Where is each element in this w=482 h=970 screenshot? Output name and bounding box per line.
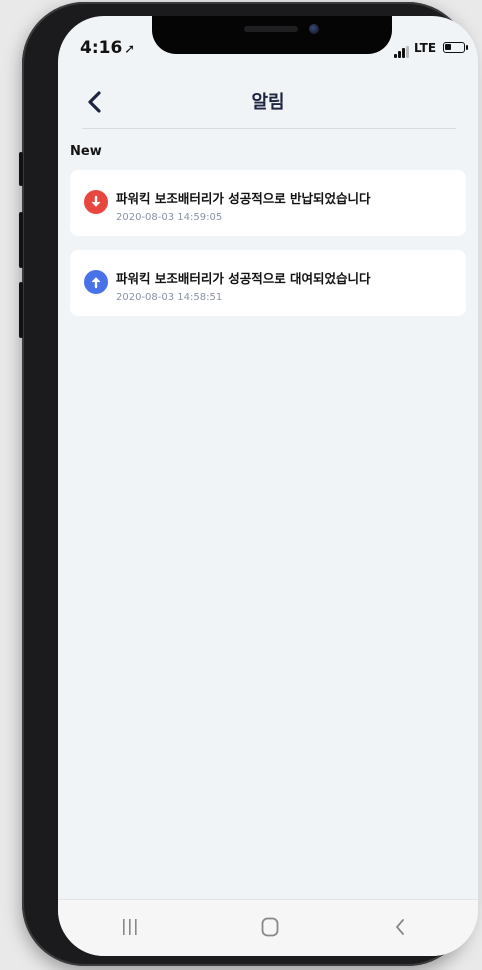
- volume-down-button: [19, 282, 23, 338]
- speaker-icon: [244, 26, 298, 32]
- header-divider: [82, 128, 456, 129]
- header: 알림: [58, 74, 478, 138]
- status-time-text: 4:16: [80, 38, 123, 58]
- home-button[interactable]: [250, 912, 290, 942]
- screen: 4:16 ➚ LTE 알림 New 파워킥 보조배터리가 성공적으로 반납되었습…: [58, 16, 478, 956]
- arrow-up-circle-icon: [84, 270, 108, 294]
- status-bar: 4:16 ➚ LTE: [58, 16, 478, 74]
- page-title: 알림: [251, 92, 285, 113]
- recent-apps-button[interactable]: [110, 912, 150, 942]
- nav-back-button[interactable]: [380, 912, 420, 942]
- notification-title: 파워킥 보조배터리가 성공적으로 반납되었습니다: [116, 191, 371, 206]
- recent-apps-icon: [123, 919, 137, 935]
- arrow-down-circle-icon: [84, 190, 108, 214]
- battery-icon: [443, 42, 465, 53]
- status-time: 4:16 ➚: [80, 38, 135, 58]
- battery-cap: [466, 45, 468, 50]
- section-label-new: New: [70, 144, 102, 159]
- mute-switch: [19, 152, 23, 186]
- back-icon: [396, 919, 404, 935]
- phone-frame: 4:16 ➚ LTE 알림 New 파워킥 보조배터리가 성공적으로 반납되었습…: [19, 2, 478, 966]
- notification-timestamp: 2020-08-03 14:58:51: [116, 292, 223, 303]
- camera-icon: [309, 24, 319, 34]
- signal-icon: [394, 46, 412, 58]
- network-label: LTE: [414, 41, 437, 55]
- location-arrow-icon: ➚: [124, 42, 136, 57]
- volume-up-button: [19, 212, 23, 268]
- android-nav-bar: [58, 899, 478, 956]
- notification-card[interactable]: 파워킥 보조배터리가 성공적으로 반납되었습니다 2020-08-03 14:5…: [70, 170, 466, 236]
- notification-timestamp: 2020-08-03 14:59:05: [116, 212, 223, 223]
- notification-title: 파워킥 보조배터리가 성공적으로 대여되었습니다: [116, 271, 371, 286]
- notification-card[interactable]: 파워킥 보조배터리가 성공적으로 대여되었습니다 2020-08-03 14:5…: [70, 250, 466, 316]
- home-icon: [261, 917, 279, 937]
- notch: [152, 16, 392, 54]
